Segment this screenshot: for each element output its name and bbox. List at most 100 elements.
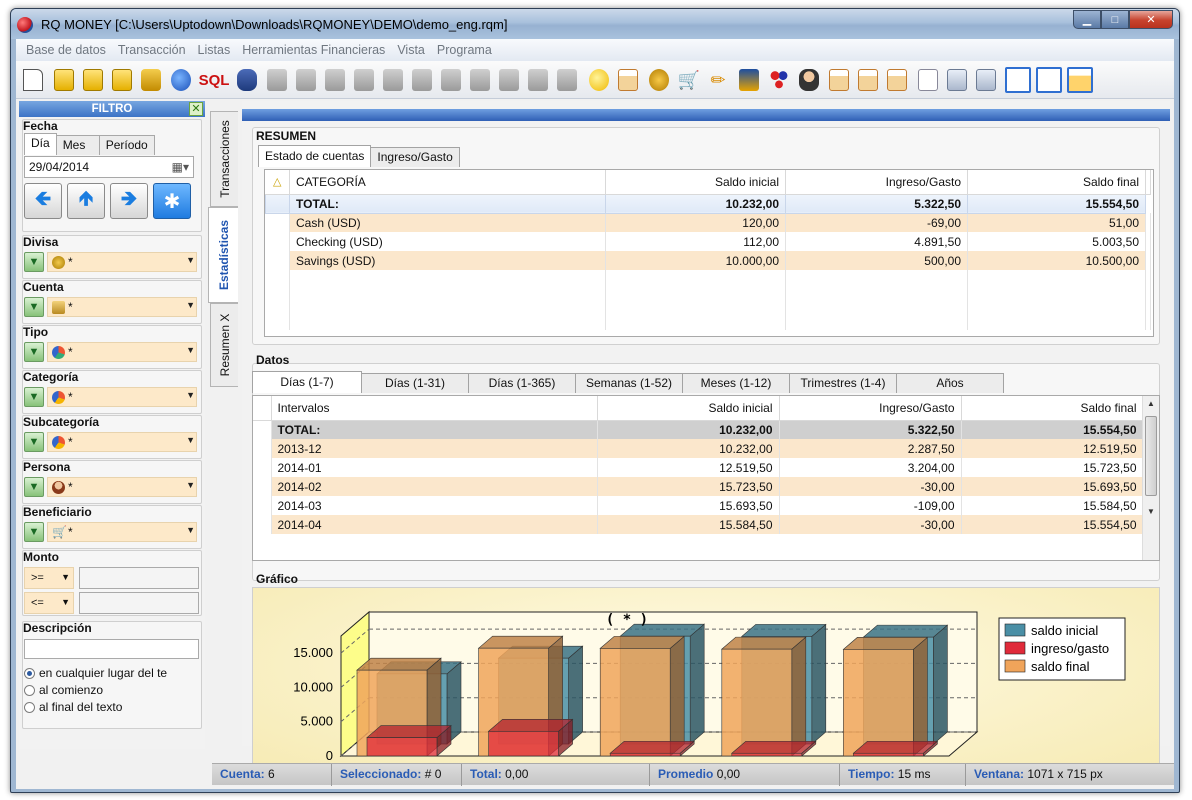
chevron-down-icon[interactable]: ▼ xyxy=(186,480,195,490)
lock-icon[interactable] xyxy=(140,68,162,92)
tab-estadisticas[interactable]: Estadísticas xyxy=(208,207,238,303)
tab-resumen-x[interactable]: Resumen X xyxy=(210,303,238,387)
gray-action-2-icon[interactable] xyxy=(295,68,317,92)
gray-action-9-icon[interactable] xyxy=(498,68,520,92)
new-document-icon[interactable] xyxy=(22,68,44,92)
table-row[interactable]: Savings (USD) 10.000,00 500,00 10.500,00 xyxy=(265,251,1151,270)
tab-transacciones[interactable]: Transacciones xyxy=(210,111,238,207)
filter-funnel-icon[interactable]: ▼ xyxy=(24,387,44,407)
chevron-down-icon[interactable]: ▼ xyxy=(186,300,195,310)
tipo-combo[interactable]: ▼ * ▼ xyxy=(24,341,199,363)
col-categoria[interactable]: CATEGORÍA xyxy=(289,170,606,195)
tab-trimestres[interactable]: Trimestres (1-4) xyxy=(789,373,897,393)
gray-action-7-icon[interactable] xyxy=(440,68,462,92)
chevron-down-icon[interactable]: ▼ xyxy=(186,525,195,535)
menu-vista[interactable]: Vista xyxy=(391,43,431,57)
beneficiario-combo[interactable]: ▼ 🛒 * ▼ xyxy=(24,521,199,543)
chevron-down-icon[interactable]: ▼ xyxy=(186,345,195,355)
table-row[interactable]: Cash (USD) 120,00 -69,00 51,00 xyxy=(265,213,1151,232)
filter-funnel-icon[interactable]: ▼ xyxy=(24,477,44,497)
col-ingreso-gasto[interactable]: Ingreso/Gasto xyxy=(785,170,968,195)
filter-funnel-icon[interactable]: ▼ xyxy=(24,297,44,317)
col-intervalos[interactable]: Intervalos xyxy=(271,396,598,421)
table-row[interactable]: 2014-03 15.693,50 -109,00 15.584,50 xyxy=(253,496,1144,515)
sort-icon[interactable]: △ xyxy=(265,170,290,195)
calendar-list-icon[interactable] xyxy=(828,68,850,92)
table-row[interactable]: TOTAL: 10.232,00 5.322,50 15.554,50 xyxy=(265,193,1151,214)
monto-min-operator[interactable]: >= ▼ xyxy=(24,567,74,589)
calculator-icon[interactable] xyxy=(975,68,997,92)
gray-action-6-icon[interactable] xyxy=(411,68,433,92)
divisa-combo[interactable]: ▼ * ▼ xyxy=(24,251,199,273)
tab-dias-1-31[interactable]: Días (1-31) xyxy=(361,373,469,393)
maximize-button[interactable]: □ xyxy=(1101,10,1129,29)
previous-day-button[interactable]: 🡸 xyxy=(24,183,62,219)
radio-end[interactable]: al final del texto xyxy=(24,700,122,714)
monto-max-input[interactable] xyxy=(79,592,199,614)
filter-funnel-icon[interactable]: ▼ xyxy=(24,342,44,362)
tab-semanas[interactable]: Semanas (1-52) xyxy=(575,373,683,393)
col-saldo-inicial[interactable]: Saldo inicial xyxy=(597,396,780,421)
notes-icon[interactable] xyxy=(617,68,639,92)
minimize-button[interactable]: ▁ xyxy=(1073,10,1101,29)
categoria-combo[interactable]: ▼ * ▼ xyxy=(24,386,199,408)
table-row[interactable]: 2014-01 12.519,50 3.204,00 15.723,50 xyxy=(253,458,1144,477)
col-saldo-final[interactable]: Saldo final xyxy=(967,170,1146,195)
table-row[interactable]: TOTAL: 10.232,00 5.322,50 15.554,50 xyxy=(253,420,1144,439)
menu-listas[interactable]: Listas xyxy=(192,43,237,57)
up-button[interactable]: 🡹 xyxy=(67,183,105,219)
menu-transaccion[interactable]: Transacción xyxy=(112,43,192,57)
monto-min-input[interactable] xyxy=(79,567,199,589)
currency-coins-icon[interactable] xyxy=(648,68,670,92)
date-field[interactable]: 29/04/2014 ▦▾ xyxy=(24,156,194,178)
chevron-down-icon[interactable]: ▼ xyxy=(186,390,195,400)
scroll-up-icon[interactable]: ▲ xyxy=(1147,399,1155,408)
menu-herramientas[interactable]: Herramientas Financieras xyxy=(236,43,391,57)
col-ingreso-gasto[interactable]: Ingreso/Gasto xyxy=(779,396,962,421)
calculator-money-icon[interactable] xyxy=(946,68,968,92)
chevron-down-icon[interactable]: ▼ xyxy=(61,597,70,607)
table-row[interactable]: Checking (USD) 112,00 4.891,50 5.003,50 xyxy=(265,232,1151,251)
people-icon[interactable] xyxy=(798,68,820,92)
scroll-down-icon[interactable]: ▼ xyxy=(1147,507,1155,516)
sql-button[interactable]: SQL xyxy=(199,68,230,92)
save-folder-icon[interactable] xyxy=(82,68,104,92)
tab-periodo[interactable]: Período xyxy=(98,135,155,155)
col-saldo-inicial[interactable]: Saldo inicial xyxy=(605,170,786,195)
col-saldo-final[interactable]: Saldo final xyxy=(961,396,1144,421)
gray-action-1-icon[interactable] xyxy=(266,68,288,92)
close-button[interactable]: ✕ xyxy=(1129,10,1173,29)
layout-top-icon[interactable] xyxy=(1035,66,1063,94)
subcategoria-combo[interactable]: ▼ * ▼ xyxy=(24,431,199,453)
all-dates-button[interactable]: ✱ xyxy=(153,183,191,219)
filter-close-button[interactable]: ✕ xyxy=(189,102,203,116)
tab-anos[interactable]: Años xyxy=(896,373,1004,393)
tab-dias-1-7[interactable]: Días (1-7) xyxy=(252,371,362,393)
radio-anywhere[interactable]: en cualquier lugar del te xyxy=(24,666,167,680)
tab-dia[interactable]: Día xyxy=(24,133,57,155)
layout-single-icon[interactable] xyxy=(1004,66,1032,94)
pencil-icon[interactable]: ✏ xyxy=(707,68,729,92)
chevron-down-icon[interactable]: ▼ xyxy=(186,255,195,265)
account-person-icon[interactable] xyxy=(738,68,760,92)
play-icon[interactable] xyxy=(170,68,192,92)
shopping-cart-icon[interactable]: 🛒 xyxy=(678,68,700,92)
gray-action-11-icon[interactable] xyxy=(556,68,578,92)
export-folder-icon[interactable] xyxy=(111,68,133,92)
table-row[interactable]: 2014-04 15.584,50 -30,00 15.554,50 xyxy=(253,515,1144,534)
layout-bottom-icon[interactable] xyxy=(1066,66,1094,94)
gray-action-3-icon[interactable] xyxy=(324,68,346,92)
tab-meses[interactable]: Meses (1-12) xyxy=(682,373,790,393)
gray-action-8-icon[interactable] xyxy=(469,68,491,92)
gray-action-10-icon[interactable] xyxy=(527,68,549,92)
smiley-icon[interactable] xyxy=(588,68,610,92)
database-icon[interactable] xyxy=(236,68,258,92)
filter-funnel-icon[interactable]: ▼ xyxy=(24,432,44,452)
filter-funnel-icon[interactable]: ▼ xyxy=(24,252,44,272)
datos-scrollbar[interactable]: ▲ ▼ xyxy=(1142,396,1159,560)
chevron-down-icon[interactable]: ▼ xyxy=(186,435,195,445)
open-folder-icon[interactable] xyxy=(53,68,75,92)
cuenta-combo[interactable]: ▼ * ▼ xyxy=(24,296,199,318)
calendar-edit-icon[interactable] xyxy=(886,68,908,92)
menu-programa[interactable]: Programa xyxy=(431,43,498,57)
